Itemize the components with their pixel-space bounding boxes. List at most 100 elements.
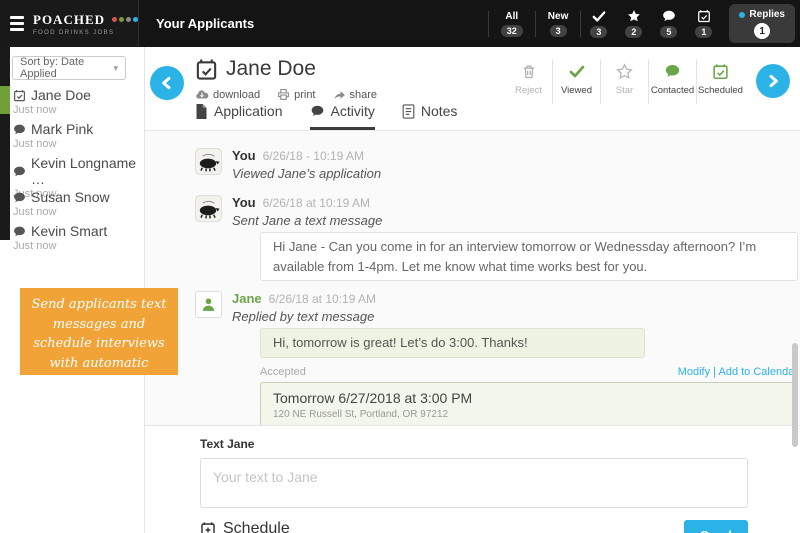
applicant-header: Jane Doe download print share Reject Vie… [145, 47, 800, 130]
note-icon [402, 103, 415, 119]
tab-notes-label: Notes [420, 103, 458, 119]
event-action: Viewed Jane’s application [232, 166, 382, 181]
top-bar: POACHED FOOD DRINKS JOBS Your Applicants… [0, 0, 800, 47]
menu-icon[interactable] [10, 16, 24, 31]
replies-label: Replies [749, 9, 785, 20]
filter-scheduled-count-badge: 1 [695, 26, 713, 38]
brand-logo[interactable]: POACHED FOOD DRINKS JOBS [33, 12, 138, 36]
filter-starred[interactable]: 2 [616, 9, 651, 38]
next-applicant-button[interactable] [756, 64, 790, 98]
link-separator: | [710, 365, 719, 378]
person-avatar [195, 291, 222, 318]
trash-icon [521, 62, 537, 80]
schedule-button[interactable]: Schedule [200, 520, 290, 533]
compose-section: Text Jane Schedule Send [145, 425, 800, 533]
compose-label: Text Jane [200, 437, 255, 451]
reject-label: Reject [515, 85, 542, 96]
event-actor: You [232, 195, 256, 210]
appointment-header: Accepted Modify | Add to Calendar [260, 366, 798, 378]
contacted-button[interactable]: Contacted [649, 60, 696, 96]
star-button[interactable]: Star [601, 60, 648, 96]
chat-icon [662, 9, 676, 23]
notification-dot-icon [739, 11, 746, 18]
sort-dropdown-label: Sort by: Date Applied [20, 56, 85, 80]
share-button[interactable]: share [333, 88, 378, 101]
applicant-item-kevin-longname[interactable]: Kevin Longname … Just now [0, 154, 143, 200]
text-message-input[interactable] [200, 458, 748, 508]
chat-icon [13, 225, 26, 238]
page-title: Your Applicants [156, 16, 255, 31]
chat-icon [664, 62, 681, 80]
share-icon [334, 90, 345, 99]
filter-contacted[interactable]: 5 [651, 9, 686, 38]
scheduled-label: Scheduled [698, 85, 743, 96]
applicant-title: Jane Doe [226, 57, 316, 80]
tab-activity[interactable]: Activity [309, 103, 375, 130]
filter-viewed-count-badge: 3 [590, 26, 608, 38]
check-icon [592, 9, 606, 23]
calendar-icon [697, 9, 711, 23]
feature-callout: Send applicants text messages and schedu… [20, 288, 178, 390]
viewed-label: Viewed [561, 85, 592, 96]
brand-dots-icon [110, 17, 138, 22]
filter-all[interactable]: All 32 [489, 11, 535, 37]
activity-feed: You 6/26/18 - 10:19 AM Viewed Jane’s app… [145, 130, 800, 425]
company-logo-avatar [195, 148, 222, 175]
applicant-item-jane-doe[interactable]: Jane Doe Just now [0, 86, 143, 120]
previous-applicant-button[interactable] [150, 66, 184, 100]
modify-link[interactable]: Modify [678, 366, 710, 378]
scheduled-button[interactable]: Scheduled [697, 60, 744, 96]
applicant-time: Just now [13, 104, 57, 116]
reject-button[interactable]: Reject [505, 60, 552, 96]
applicant-item-susan-snow[interactable]: Susan Snow Just now [0, 188, 143, 222]
star-icon [627, 9, 641, 23]
filter-new-count-badge: 3 [549, 24, 567, 37]
filter-all-count-badge: 32 [500, 24, 523, 37]
applicant-time: Just now [13, 206, 57, 218]
share-label: share [349, 88, 378, 101]
filter-new-label: New [547, 10, 569, 22]
activity-event-reply: Jane 6/26/18 at 10:19 AM Replied by text… [195, 291, 800, 324]
contacted-label: Contacted [650, 85, 695, 96]
chat-icon [13, 123, 26, 136]
tab-bar: Application Activity Notes [195, 103, 457, 130]
calendar-add-icon [201, 522, 215, 533]
tab-application-label: Application [214, 103, 283, 119]
brand-area: POACHED FOOD DRINKS JOBS [0, 0, 139, 47]
company-logo-avatar [195, 195, 222, 222]
print-button[interactable]: print [277, 88, 316, 101]
viewed-button[interactable]: Viewed [553, 60, 600, 96]
download-button[interactable]: download [195, 88, 260, 101]
calendar-check-icon [712, 62, 729, 80]
event-action: Replied by text message [232, 309, 375, 324]
sort-dropdown[interactable]: Sort by: Date Applied ▾ [12, 56, 126, 80]
activity-event-text-sent: You 6/26/18 at 10:19 AM Sent Jane a text… [195, 195, 800, 228]
replies-count-badge: 1 [754, 23, 771, 39]
chevron-down-icon: ▾ [113, 62, 118, 73]
tab-notes[interactable]: Notes [402, 103, 458, 130]
sent-message-bubble: Hi Jane - Can you come in for an intervi… [260, 232, 798, 281]
applicant-name: Mark Pink [31, 121, 94, 137]
applicant-item-mark-pink[interactable]: Mark Pink Just now [0, 120, 143, 154]
add-to-calendar-link[interactable]: Add to Calendar [719, 366, 799, 378]
filter-replies[interactable]: Replies 1 [729, 4, 795, 43]
chat-icon [13, 191, 26, 204]
scrollbar-thumb[interactable] [792, 343, 798, 447]
filter-scheduled[interactable]: 1 [686, 9, 721, 38]
send-button[interactable]: Send [684, 520, 748, 533]
filter-new[interactable]: New 3 [536, 11, 581, 37]
event-timestamp: 6/26/18 - 10:19 AM [262, 149, 364, 163]
compose-footer: Schedule Send [200, 520, 748, 533]
chat-icon [310, 104, 325, 118]
document-icon [195, 103, 208, 119]
filter-viewed[interactable]: 3 [581, 9, 616, 38]
tab-application[interactable]: Application [195, 103, 283, 130]
check-icon [568, 62, 586, 80]
calendar-check-icon [13, 89, 26, 102]
applicant-item-kevin-smart[interactable]: Kevin Smart Just now [0, 222, 143, 256]
printer-icon [278, 89, 290, 100]
event-timestamp: 6/26/18 at 10:19 AM [268, 292, 377, 306]
star-label: Star [615, 85, 634, 96]
calendar-check-icon [195, 58, 218, 81]
print-label: print [294, 88, 316, 101]
